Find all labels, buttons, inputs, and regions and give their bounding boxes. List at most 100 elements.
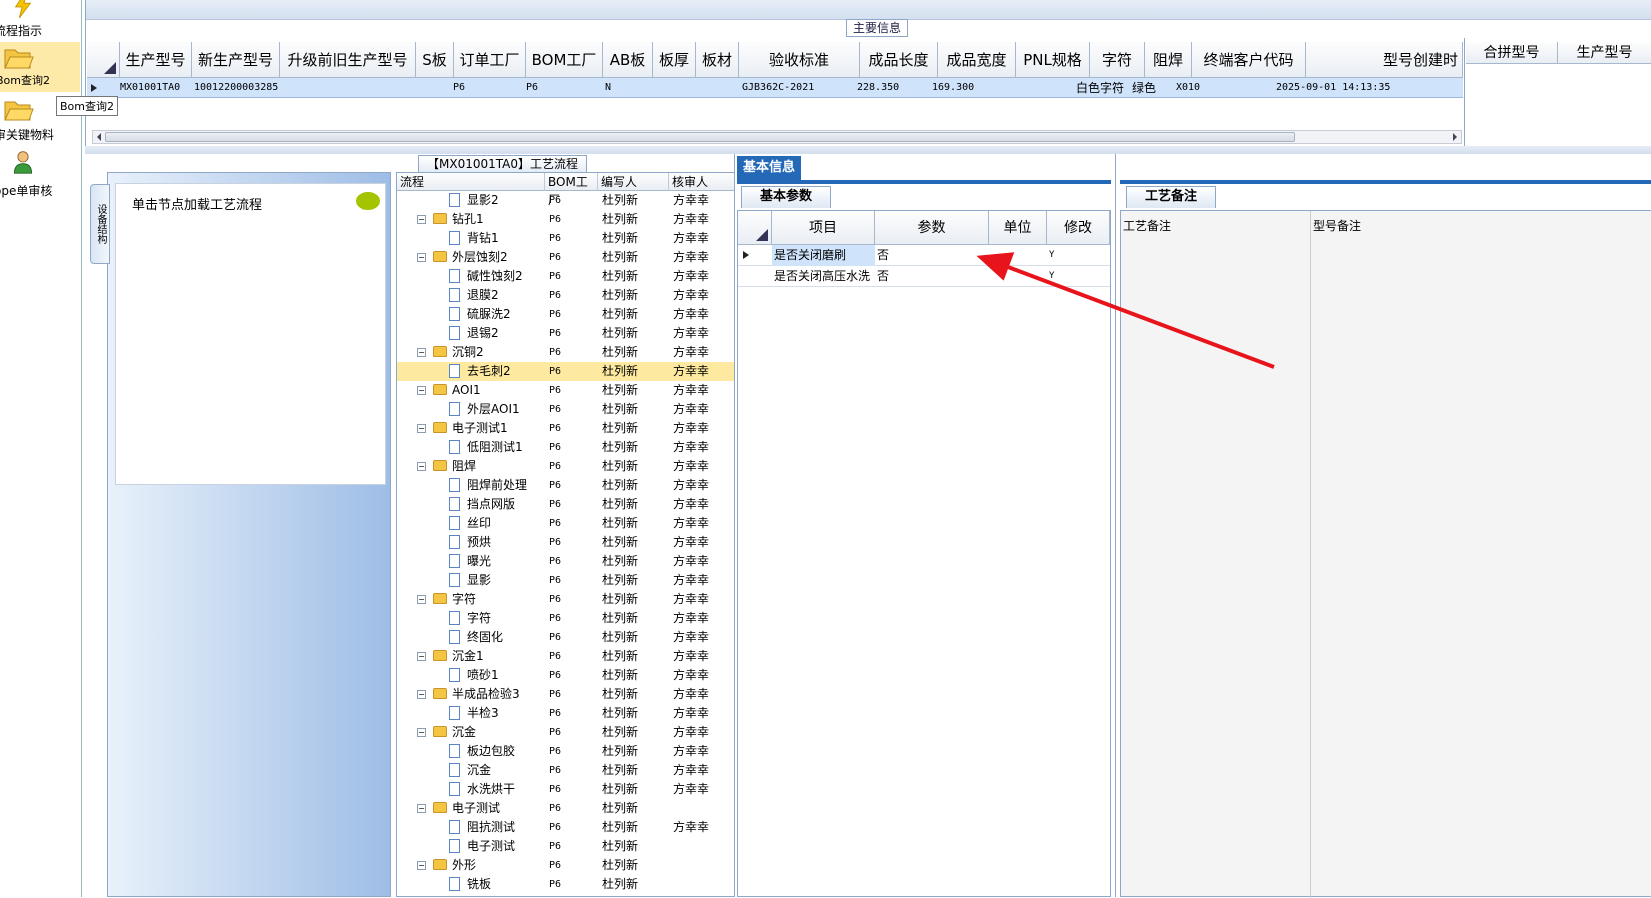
cell: 方幸幸 <box>673 744 710 758</box>
collapse-toggle-icon[interactable]: − <box>417 348 426 357</box>
col-header[interactable]: 参数 <box>875 211 989 245</box>
col-header[interactable]: 新生产型号 <box>192 42 280 78</box>
col-header[interactable]: S板 <box>416 42 454 78</box>
col-header[interactable]: 验收标准 <box>739 42 860 78</box>
cell: 方幸幸 <box>673 193 710 207</box>
cell: 杜列新 <box>602 307 639 321</box>
collapse-toggle-icon[interactable]: − <box>417 424 426 433</box>
load-hint-box[interactable]: 单击节点加载工艺流程 <box>115 183 386 485</box>
col-header[interactable]: 成品宽度 <box>938 42 1016 78</box>
tab-basic-params[interactable]: 基本参数 <box>741 186 831 208</box>
collapse-toggle-icon[interactable]: − <box>417 728 426 737</box>
folder-icon <box>433 726 447 737</box>
col-header[interactable]: 编写人 <box>598 173 669 191</box>
col-header[interactable]: 单位 <box>989 211 1047 245</box>
document-icon <box>449 307 460 321</box>
cell: 方幸幸 <box>673 231 710 245</box>
model-notes-field[interactable]: 型号备注 <box>1311 211 1651 898</box>
scroll-left-icon[interactable] <box>95 132 103 142</box>
cell: P6 <box>549 461 562 472</box>
tree-node-label: 字符 <box>467 611 492 625</box>
cell[interactable]: 否 <box>877 245 889 266</box>
scroll-thumb[interactable] <box>105 132 1295 142</box>
col-header[interactable]: 阻焊 <box>1145 42 1192 78</box>
cell: P6 <box>549 385 562 396</box>
collapse-toggle-icon[interactable]: − <box>417 690 426 699</box>
tree-node-label: 半检3 <box>467 706 499 720</box>
cell: P6 <box>549 537 562 548</box>
cell: 方幸幸 <box>673 364 710 378</box>
side-tab-structure[interactable]: 设备结构 <box>90 184 110 264</box>
document-icon <box>449 706 460 720</box>
cell: P6 <box>549 841 562 852</box>
collapse-toggle-icon[interactable]: − <box>417 861 426 870</box>
nav-item-flow[interactable]: 流程指示 <box>0 0 80 40</box>
horizontal-scrollbar[interactable] <box>92 130 1462 144</box>
cell: P6 <box>549 689 562 700</box>
tab-process-notes[interactable]: 工艺备注 <box>1126 186 1216 208</box>
tree-node-label: 喷砂1 <box>467 668 499 682</box>
collapse-toggle-icon[interactable]: − <box>417 652 426 661</box>
cell: 方幸幸 <box>673 820 710 834</box>
cell: 方幸幸 <box>673 687 710 701</box>
cell: P6 <box>549 556 562 567</box>
cell: P6 <box>549 822 562 833</box>
col-header[interactable]: 升级前旧生产型号 <box>280 42 416 78</box>
col-header[interactable]: 合拼型号 <box>1466 42 1558 64</box>
document-icon <box>449 440 460 454</box>
nav-item-bom-query[interactable]: Bom查询2 <box>0 42 80 92</box>
col-header[interactable]: 型号创建时 <box>1306 42 1463 78</box>
tree-node-label: 电子测试 <box>467 839 516 853</box>
col-header[interactable]: 板材 <box>696 42 739 78</box>
cell: X010 <box>1176 82 1201 93</box>
cell: 方幸幸 <box>673 573 710 587</box>
tab-basic-info[interactable]: 基本信息 <box>737 156 801 180</box>
corner-triangle-icon <box>104 62 116 74</box>
collapse-toggle-icon[interactable]: − <box>417 386 426 395</box>
document-icon <box>449 478 460 492</box>
cell: 杜列新 <box>602 706 639 720</box>
collapse-toggle-icon[interactable]: − <box>417 595 426 604</box>
cell: P6 <box>549 575 562 586</box>
col-header[interactable]: 修改 <box>1047 211 1110 245</box>
horizontal-splitter[interactable] <box>85 146 1651 154</box>
table-row[interactable]: MX01001TA0 10012200003285 P6 P6 N GJB362… <box>87 78 1463 98</box>
col-header[interactable]: 板厚 <box>653 42 696 78</box>
col-header[interactable]: 字符 <box>1090 42 1145 78</box>
main-info-panel: 主要信息 生产型号 新生产型号 升级前旧生产型号 S板 订单工厂 BOM工厂 A… <box>85 0 1651 146</box>
col-header[interactable]: BOM工厂 <box>526 42 603 78</box>
col-header[interactable]: 订单工厂 <box>454 42 526 78</box>
table-row[interactable]: 是否关闭磨刷 否 Y <box>738 245 1110 266</box>
col-header[interactable]: 生产型号 <box>1558 42 1651 64</box>
nav-item-label: 审关键物料 <box>0 128 55 142</box>
col-header[interactable]: 终端客户代码 <box>1192 42 1306 78</box>
document-icon <box>449 782 460 796</box>
col-header[interactable]: 生产型号 <box>120 42 192 78</box>
cell: P6 <box>549 480 562 491</box>
cell: P6 <box>549 214 562 225</box>
col-header[interactable]: 核审人 <box>669 173 741 191</box>
col-header[interactable]: 流程 <box>397 173 545 191</box>
process-notes-field[interactable]: 工艺备注 <box>1121 211 1311 898</box>
cell[interactable]: 否 <box>877 266 889 287</box>
col-header[interactable]: BOM工厂 <box>545 173 598 207</box>
cell: 杜列新 <box>602 383 639 397</box>
cell: P6 <box>549 290 562 301</box>
col-header[interactable]: 项目 <box>772 211 875 245</box>
collapse-toggle-icon[interactable]: − <box>417 253 426 262</box>
col-header[interactable]: 成品长度 <box>860 42 938 78</box>
col-header[interactable]: AB板 <box>603 42 653 78</box>
collapse-toggle-icon[interactable]: − <box>417 215 426 224</box>
cell: 杜列新 <box>602 554 639 568</box>
collapse-toggle-icon[interactable]: − <box>417 462 426 471</box>
nav-item-ope-review[interactable]: ope单审核 <box>0 150 80 198</box>
cell: 方幸幸 <box>673 535 710 549</box>
document-icon <box>449 554 460 568</box>
col-header[interactable]: PNL规格 <box>1016 42 1090 78</box>
collapse-toggle-icon[interactable]: − <box>417 804 426 813</box>
document-icon <box>449 364 460 378</box>
table-row[interactable]: 是否关闭高压水洗 否 Y <box>738 266 1110 287</box>
document-icon <box>449 744 460 758</box>
cell: 杜列新 <box>602 250 639 264</box>
scroll-right-icon[interactable] <box>1451 132 1459 142</box>
